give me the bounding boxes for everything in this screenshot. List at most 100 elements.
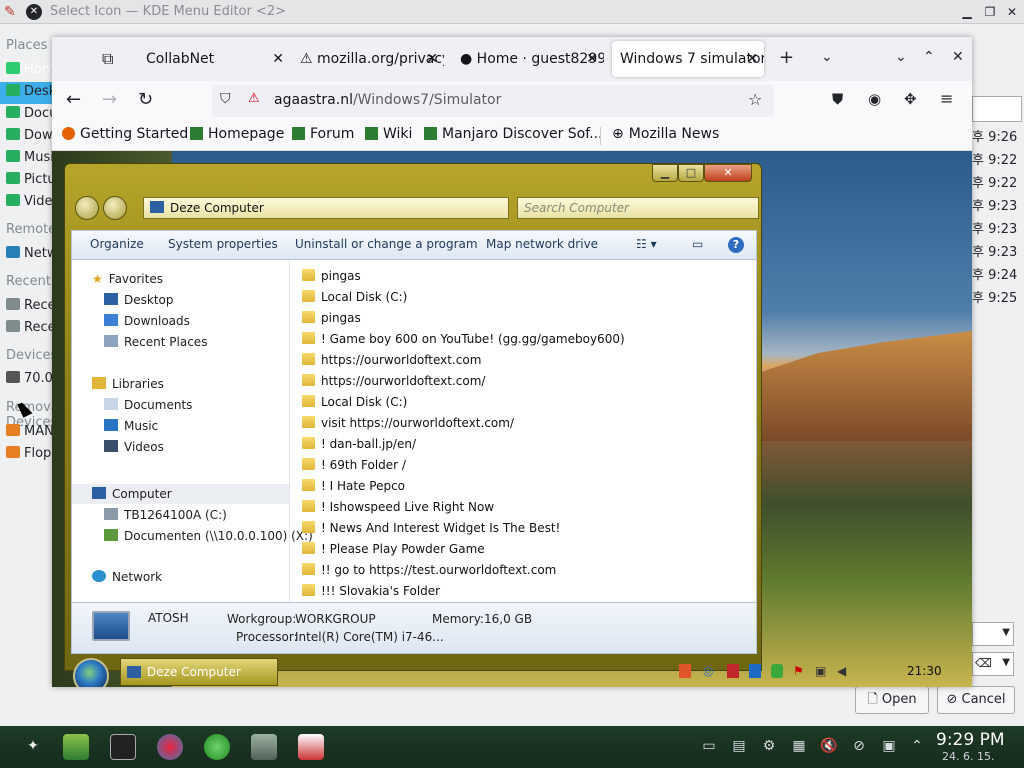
nav-music[interactable]: Music bbox=[104, 419, 158, 433]
bookmark-star-icon[interactable]: ☆ bbox=[748, 90, 762, 109]
folder-item[interactable]: pingas bbox=[302, 269, 361, 283]
nav-libraries[interactable]: Libraries bbox=[92, 377, 164, 391]
folder-item[interactable]: ! Ishowspeed Live Right Now bbox=[302, 500, 494, 514]
chevron-down-icon[interactable]: ⌄ bbox=[895, 49, 907, 65]
help-icon[interactable]: ? bbox=[728, 237, 744, 253]
nav-local-drive[interactable]: TB1264100A (C:) bbox=[104, 508, 227, 522]
nav-network[interactable]: Network bbox=[92, 570, 162, 584]
tab-github-home[interactable]: ● Home · guest8299 ✕ bbox=[454, 41, 604, 77]
bookmark-forum[interactable]: Forum bbox=[292, 126, 354, 142]
reload-icon[interactable]: ↻ bbox=[138, 89, 153, 110]
win7-minimize-icon[interactable]: ▁ bbox=[652, 164, 678, 182]
nav-desktop[interactable]: Desktop bbox=[104, 293, 174, 307]
open-button[interactable]: 🗋 Open bbox=[855, 686, 929, 714]
network-icon[interactable]: ⊘ bbox=[850, 737, 868, 755]
win7-tray-clock[interactable]: 21:30 bbox=[907, 664, 942, 678]
organize-button[interactable]: Organize bbox=[90, 237, 144, 251]
folder-item[interactable]: pingas bbox=[302, 311, 361, 325]
url-bar[interactable]: ⛉ ⚠ agaastra.nl/Windows7/Simulator ☆ bbox=[212, 85, 774, 117]
view-options-icon[interactable]: ☷ ▾ bbox=[636, 237, 657, 251]
kde-menu-editor-icon[interactable] bbox=[63, 734, 89, 760]
preview-pane-icon[interactable]: ▭ bbox=[692, 237, 703, 251]
chevron-up-icon[interactable]: ⌃ bbox=[908, 737, 926, 755]
chevron-up-icon[interactable]: ⌃ bbox=[923, 49, 935, 65]
terminal-icon[interactable] bbox=[110, 734, 136, 760]
bookmark-wiki[interactable]: Wiki bbox=[365, 126, 412, 142]
kde-icon-search-field[interactable] bbox=[972, 96, 1022, 122]
nav-recent-places[interactable]: Recent Places bbox=[104, 335, 207, 349]
show-desktop-icon[interactable]: ▭ bbox=[700, 737, 718, 755]
win7-close-icon[interactable]: ✕ bbox=[704, 164, 752, 182]
nav-computer[interactable]: Computer bbox=[92, 487, 172, 501]
outlook-icon[interactable] bbox=[749, 664, 761, 678]
win7-start-button[interactable] bbox=[73, 658, 109, 687]
win7-address-bar[interactable]: Deze Computer bbox=[143, 197, 509, 219]
storage-icon[interactable]: ▤ bbox=[730, 737, 748, 755]
tab-mozilla-privacy[interactable]: ⚠ mozilla.org/privacy ✕ bbox=[294, 41, 444, 77]
close-icon[interactable]: ✕ bbox=[1003, 3, 1021, 21]
uninstall-program-button[interactable]: Uninstall or change a program bbox=[295, 237, 478, 251]
tab-windows7-simulator[interactable]: Windows 7 simulator ✕ bbox=[612, 41, 764, 77]
folder-item[interactable]: ! Game boy 600 on YouTube! (gg.gg/gamebo… bbox=[302, 332, 625, 346]
clear-icon[interactable]: ⌫ bbox=[975, 656, 992, 670]
extensions-icon[interactable]: ✥ bbox=[904, 90, 917, 108]
folder-item[interactable]: visit https://ourworldoftext.com/ bbox=[302, 416, 514, 430]
win7-maximize-icon[interactable]: □ bbox=[678, 164, 704, 182]
forward-icon[interactable]: → bbox=[102, 89, 117, 110]
java-icon[interactable] bbox=[679, 664, 691, 678]
menu-icon[interactable]: ≡ bbox=[940, 89, 953, 108]
win7-forward-icon[interactable] bbox=[103, 196, 127, 220]
insecure-connection-icon[interactable]: ⚠ bbox=[248, 91, 260, 106]
nav-favorites[interactable]: ★ Favorites bbox=[92, 272, 163, 286]
bookmark-homepage[interactable]: Homepage bbox=[190, 126, 284, 142]
network-status-icon[interactable]: ▣ bbox=[815, 664, 826, 678]
list-tabs-icon[interactable]: ⌄ bbox=[821, 49, 833, 65]
flag-icon[interactable]: ⚑ bbox=[793, 664, 804, 678]
bookmark-getting-started[interactable]: Getting Started bbox=[62, 126, 188, 142]
volume-muted-icon[interactable]: 🔇 bbox=[820, 737, 838, 755]
window-menu-icon[interactable]: ✕ bbox=[26, 4, 42, 20]
folder-item[interactable]: https://ourworldoftext.com bbox=[302, 353, 481, 367]
bookmark-mozilla-news[interactable]: ⊕ Mozilla News bbox=[612, 126, 719, 142]
system-clock-time[interactable]: 9:29 PM bbox=[936, 730, 1005, 750]
folder-item[interactable]: ! News And Interest Widget Is The Best! bbox=[302, 521, 560, 535]
image-editor-icon[interactable] bbox=[298, 734, 324, 760]
clipboard-icon[interactable]: ▦ bbox=[790, 737, 808, 755]
folder-item[interactable]: https://ourworldoftext.com/ bbox=[302, 374, 485, 388]
display-icon[interactable]: ▣ bbox=[880, 737, 898, 755]
kde-connect-icon[interactable]: ⚙ bbox=[760, 737, 778, 755]
folder-item[interactable]: ! Please Play Powder Game bbox=[302, 542, 485, 556]
bookmark-manjaro-discover[interactable]: Manjaro Discover Sof... bbox=[424, 126, 603, 142]
close-tab-icon[interactable]: ✕ bbox=[272, 41, 284, 77]
close-window-icon[interactable]: ✕ bbox=[952, 49, 964, 65]
cancel-button[interactable]: ⊘ Cancel bbox=[937, 686, 1015, 714]
system-clock-date[interactable]: 24. 6. 15. bbox=[942, 750, 994, 763]
application-launcher-icon[interactable]: ✦ bbox=[24, 737, 42, 755]
pocket-icon[interactable]: ⛊ bbox=[832, 90, 843, 108]
account-icon[interactable]: ◉ bbox=[868, 90, 881, 108]
close-tab-icon[interactable]: ✕ bbox=[746, 41, 758, 77]
folder-item[interactable]: !!! Slovakia's Folder bbox=[302, 584, 440, 598]
nav-videos[interactable]: Videos bbox=[104, 440, 164, 454]
system-properties-button[interactable]: System properties bbox=[168, 237, 278, 251]
map-network-drive-button[interactable]: Map network drive bbox=[486, 237, 598, 251]
tab-collabnet[interactable]: CollabNet ✕ bbox=[140, 41, 290, 77]
folder-item[interactable]: Local Disk (C:) bbox=[302, 290, 407, 304]
volume-icon[interactable]: ◀ bbox=[837, 664, 846, 678]
tab-overview-icon[interactable]: ⧉ bbox=[102, 49, 113, 69]
minimize-icon[interactable]: ▁ bbox=[958, 3, 976, 21]
win7-search-box[interactable]: Search Computer bbox=[517, 197, 759, 219]
kde-combo-box[interactable]: ⌫ ▼ bbox=[972, 652, 1014, 676]
nav-documents[interactable]: Documents bbox=[104, 398, 192, 412]
folder-item[interactable]: !! go to https://test.ourworldoftext.com bbox=[302, 563, 556, 577]
settings-icon[interactable] bbox=[251, 734, 277, 760]
maximize-icon[interactable]: ❐ bbox=[981, 3, 999, 21]
internet-icon[interactable]: ◎ bbox=[703, 664, 713, 678]
security-icon[interactable] bbox=[771, 664, 783, 678]
nav-network-drive[interactable]: Documenten (\\10.0.0.100) (X:) bbox=[104, 529, 313, 543]
new-tab-icon[interactable]: + bbox=[779, 47, 794, 68]
folder-item[interactable]: ! dan-ball.jp/en/ bbox=[302, 437, 416, 451]
folder-item[interactable]: ! I Hate Pepco bbox=[302, 479, 405, 493]
win7-taskbar-item[interactable]: Deze Computer bbox=[120, 658, 278, 686]
back-icon[interactable]: ← bbox=[66, 89, 81, 110]
